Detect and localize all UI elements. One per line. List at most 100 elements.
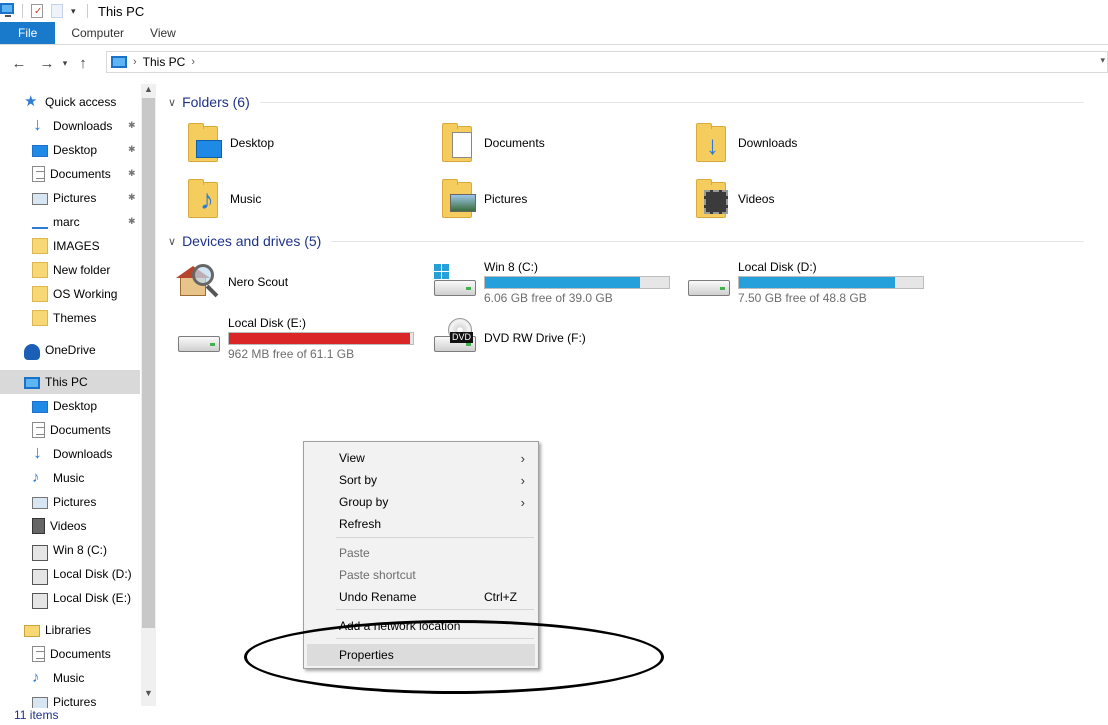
address-bar[interactable]: › This PC › ▾	[106, 51, 1108, 73]
sidebar-item-onedrive[interactable]: OneDrive	[0, 338, 140, 362]
menu-item-group-by[interactable]: Group by ›	[307, 491, 535, 513]
sidebar-item-local-disk-e[interactable]: Local Disk (E:)	[0, 586, 140, 610]
drive-local-disk-e[interactable]: Local Disk (E:) 962 MB free of 61.1 GB	[176, 310, 414, 366]
sidebar-item-quick-access[interactable]: ★ Quick access	[0, 90, 140, 114]
drive-usage-bar	[228, 331, 414, 345]
chevron-down-icon[interactable]: ∨	[168, 96, 176, 109]
menu-item-undo-rename[interactable]: Undo Rename Ctrl+Z	[307, 586, 535, 608]
videos-folder-icon	[692, 178, 734, 220]
customize-toolbar-icon[interactable]: ▾	[71, 3, 81, 19]
sidebar-item-pictures[interactable]: Pictures	[0, 690, 140, 708]
ribbon-tabs: File Computer View	[0, 22, 1108, 45]
menu-item-label: Paste	[339, 546, 370, 560]
drive-info: Win 8 (C:) 6.06 GB free of 39.0 GB	[484, 260, 670, 305]
forward-button[interactable]: →	[36, 55, 58, 72]
folder-videos[interactable]: Videos	[692, 174, 774, 224]
drive-info: Local Disk (D:) 7.50 GB free of 48.8 GB	[738, 260, 924, 305]
group-title: Devices and drives (5)	[182, 233, 322, 249]
drive-local-disk-d[interactable]: Local Disk (D:) 7.50 GB free of 48.8 GB	[686, 254, 924, 310]
sidebar-item-documents[interactable]: Documents	[0, 418, 140, 442]
menu-item-refresh[interactable]: Refresh	[307, 513, 535, 535]
onedrive-icon	[24, 343, 40, 360]
libraries-icon	[24, 625, 40, 637]
sidebar-item-this-pc[interactable]: This PC	[0, 370, 140, 394]
sidebar-item-videos[interactable]: Videos	[0, 514, 140, 538]
pin-icon[interactable]: ✱	[128, 216, 136, 226]
tab-computer[interactable]: Computer	[55, 22, 141, 44]
sidebar-item-themes[interactable]: Themes	[0, 306, 140, 330]
sidebar-item-marc[interactable]: marc ✱	[0, 210, 140, 234]
address-dropdown-icon[interactable]: ▾	[1100, 55, 1105, 66]
pin-icon[interactable]: ✱	[128, 192, 136, 202]
sidebar-item-pictures[interactable]: Pictures ✱	[0, 186, 140, 210]
folder-pictures[interactable]: Pictures	[438, 174, 527, 224]
folder-label: Documents	[484, 136, 545, 150]
desktop-icon	[32, 401, 48, 413]
menu-item-view[interactable]: View ›	[307, 447, 535, 469]
sidebar-item-music[interactable]: ♪ Music	[0, 466, 140, 490]
sidebar-item-os-working[interactable]: OS Working	[0, 282, 140, 306]
drive-label: Local Disk (D:)	[738, 259, 817, 274]
group-header-folders[interactable]: ∨ Folders (6)	[168, 91, 1084, 113]
sidebar-item-pictures[interactable]: Pictures	[0, 490, 140, 514]
sidebar-item-desktop[interactable]: Desktop	[0, 394, 140, 418]
sidebar-item-label: Documents	[50, 167, 111, 181]
nero-scout-icon	[176, 262, 222, 302]
folder-desktop[interactable]: Desktop	[184, 118, 274, 168]
drive-label: Win 8 (C:)	[484, 259, 538, 274]
tab-view[interactable]: View	[141, 22, 193, 44]
back-button[interactable]: ←	[8, 55, 30, 72]
pin-icon[interactable]: ✱	[128, 168, 136, 178]
folder-music[interactable]: ♪ Music	[184, 174, 261, 224]
menu-item-paste-shortcut[interactable]: Paste shortcut	[307, 564, 535, 586]
navigation-pane-scrollbar[interactable]: ▲ ▼	[141, 84, 156, 706]
menu-item-sort-by[interactable]: Sort by ›	[307, 469, 535, 491]
sidebar-item-images[interactable]: IMAGES	[0, 234, 140, 258]
sidebar-item-win-8-c[interactable]: Win 8 (C:)	[0, 538, 140, 562]
menu-item-label: View	[339, 451, 365, 465]
properties-icon[interactable]: ✓	[31, 4, 43, 18]
drive-win-8-c[interactable]: Win 8 (C:) 6.06 GB free of 39.0 GB	[432, 254, 670, 310]
scroll-down-icon[interactable]: ▼	[141, 688, 156, 698]
folder-downloads[interactable]: ↓ Downloads	[692, 118, 797, 168]
sidebar-item-desktop[interactable]: Desktop ✱	[0, 138, 140, 162]
recent-locations-button[interactable]: ▾	[58, 58, 72, 69]
annotation-ellipse	[244, 620, 664, 694]
sidebar-item-label: Desktop	[53, 143, 98, 157]
folder-label: Downloads	[738, 136, 798, 150]
pin-icon[interactable]: ✱	[128, 144, 136, 154]
group-header-devices[interactable]: ∨ Devices and drives (5)	[168, 230, 1084, 252]
navigation-bar: ← → ▾ ↑ › This PC › ▾	[0, 49, 1108, 77]
sidebar-item-new-folder[interactable]: New folder	[0, 258, 140, 282]
sidebar-item-libraries[interactable]: Libraries	[0, 618, 140, 642]
menu-item-label: Refresh	[339, 517, 382, 531]
drive-info: Nero Scout	[228, 275, 288, 289]
sidebar-item-music[interactable]: ♪ Music	[0, 666, 140, 690]
sidebar-item-downloads[interactable]: Downloads ✱	[0, 114, 140, 138]
drive-label: Nero Scout	[228, 275, 289, 289]
divider	[331, 240, 1084, 242]
drive-dvd-rw-drive-f[interactable]: DVD DVD RW Drive (F:)	[432, 310, 586, 366]
sidebar-item-local-disk-d[interactable]: Local Disk (D:)	[0, 562, 140, 586]
chevron-right-icon[interactable]: ›	[191, 56, 195, 68]
drive-icon	[32, 568, 48, 585]
music-icon: ♪	[32, 469, 40, 486]
menu-item-paste[interactable]: Paste	[307, 542, 535, 564]
sidebar-item-documents[interactable]: Documents	[0, 642, 140, 666]
drive-nero-scout[interactable]: Nero Scout	[176, 254, 288, 310]
sidebar-item-downloads[interactable]: Downloads	[0, 442, 140, 466]
chevron-down-icon[interactable]: ∨	[168, 235, 176, 248]
up-button[interactable]: ↑	[72, 55, 94, 72]
sidebar-item-documents[interactable]: Documents ✱	[0, 162, 140, 186]
scroll-up-icon[interactable]: ▲	[141, 84, 156, 94]
pin-icon[interactable]: ✱	[128, 120, 136, 130]
chevron-right-icon[interactable]: ›	[133, 56, 137, 68]
new-folder-icon[interactable]	[51, 4, 63, 18]
pictures-icon	[32, 697, 48, 708]
sidebar-item-label: Documents	[50, 647, 111, 661]
documents-icon	[32, 422, 45, 438]
tab-file[interactable]: File	[0, 22, 56, 44]
breadcrumb-this-pc[interactable]: This PC	[143, 55, 186, 69]
scrollbar-thumb[interactable]	[142, 98, 155, 628]
folder-documents[interactable]: Documents	[438, 118, 545, 168]
